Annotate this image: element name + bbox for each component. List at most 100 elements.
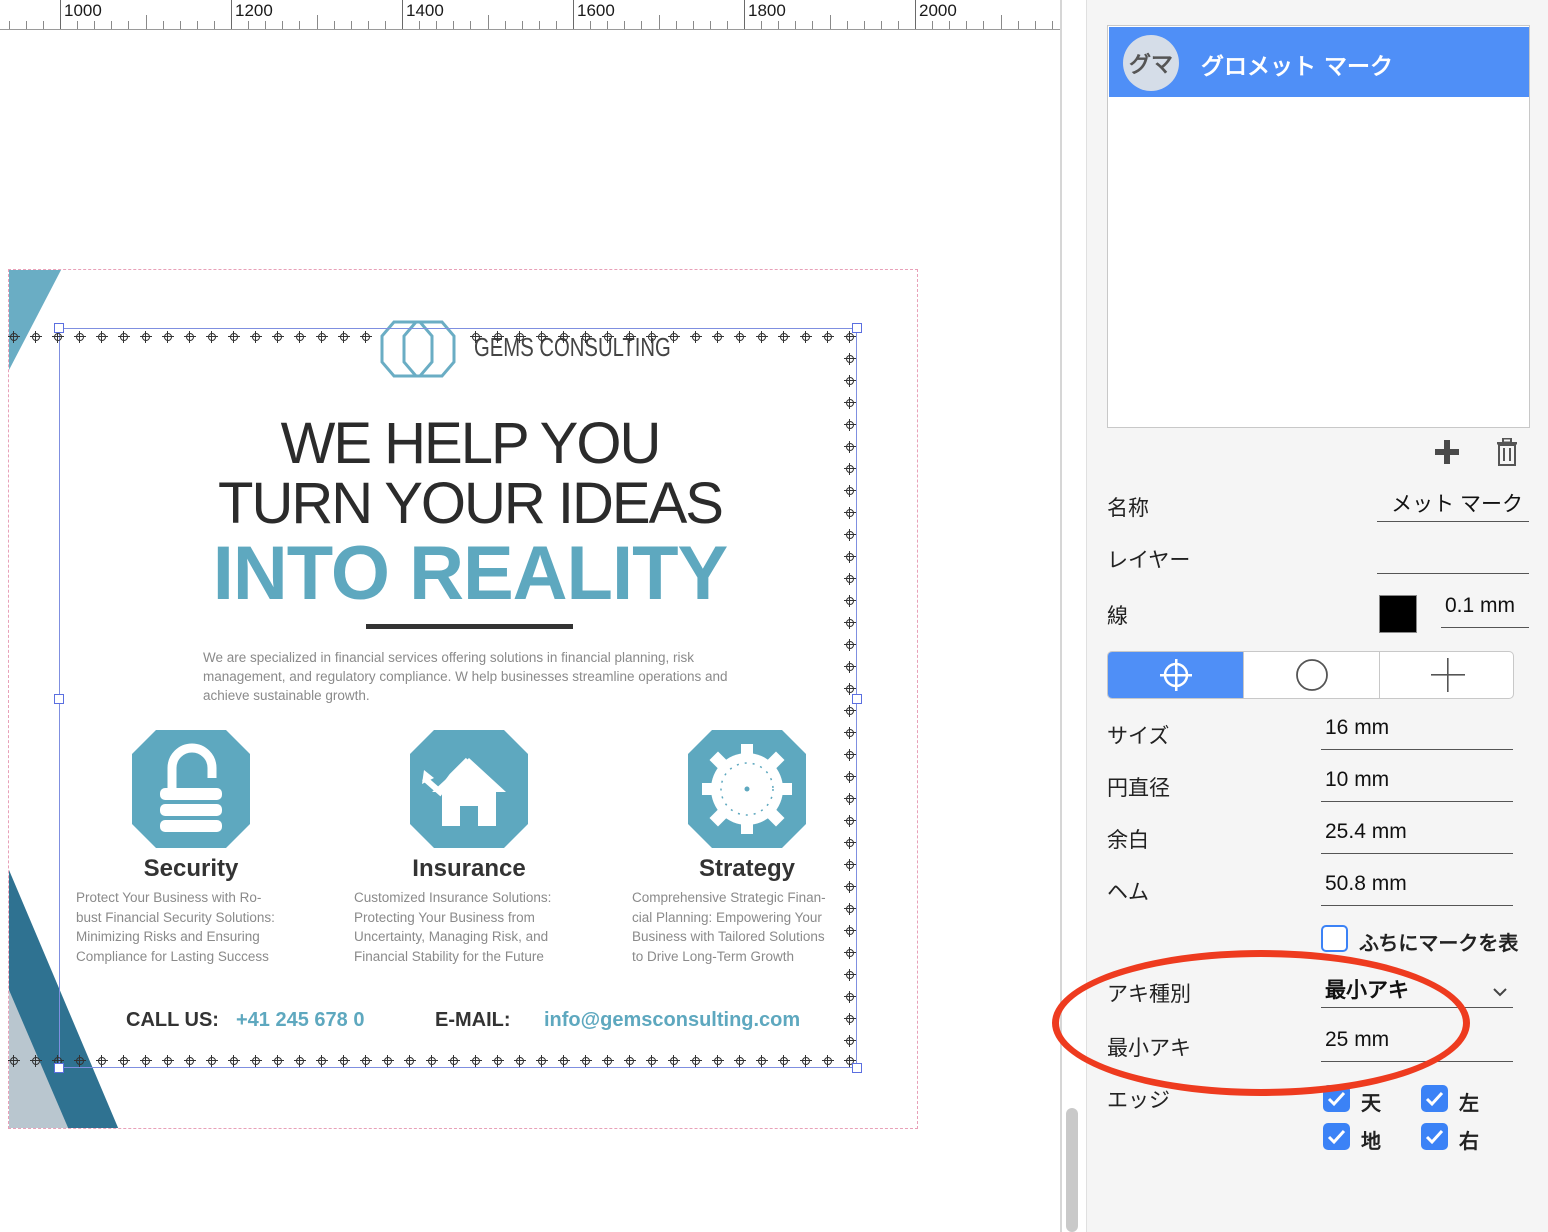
mark-type-segmented-control <box>1107 651 1514 699</box>
ruler-tick <box>881 21 882 29</box>
grommet-mark <box>8 1055 20 1067</box>
grommet-mark <box>844 749 856 761</box>
ruler-label: 1600 <box>577 1 615 20</box>
selection-handle[interactable] <box>852 323 862 333</box>
ruler-tick <box>436 21 437 29</box>
ruler-tick <box>710 21 711 29</box>
grommet-mark <box>470 1055 482 1067</box>
layer-field[interactable] <box>1377 540 1529 574</box>
grommet-mark <box>140 331 152 343</box>
ruler-tick <box>470 21 471 29</box>
grommet-mark <box>646 331 658 343</box>
ruler-tick <box>864 21 865 29</box>
edge-bottom-checkbox[interactable] <box>1323 1123 1350 1150</box>
grommet-mark-selection[interactable] <box>59 328 857 1068</box>
grommet-mark <box>316 331 328 343</box>
ruler-tick <box>402 0 403 29</box>
ruler-tick <box>488 15 489 29</box>
grommet-mark <box>712 1055 724 1067</box>
grommet-mark <box>492 331 504 343</box>
ruler-tick <box>949 21 950 29</box>
ruler-tick <box>676 21 677 29</box>
selection-handle[interactable] <box>54 1063 64 1073</box>
ruler-tick <box>60 0 61 29</box>
selection-handle[interactable] <box>54 323 64 333</box>
grommet-mark <box>844 375 856 387</box>
grommet-mark <box>96 1055 108 1067</box>
grommet-mark <box>844 397 856 409</box>
panel-divider[interactable] <box>1060 0 1062 1232</box>
ruler-tick <box>385 21 386 29</box>
ruler-tick <box>966 21 967 29</box>
ruler-label: 1200 <box>235 1 273 20</box>
grommet-mark <box>778 1055 790 1067</box>
vertical-scrollbar[interactable] <box>1066 1108 1078 1232</box>
grommet-mark <box>8 331 20 343</box>
margin-field[interactable]: 25.4 mm <box>1321 820 1513 854</box>
grommet-mark <box>844 793 856 805</box>
crosshair-circle-icon[interactable] <box>1108 652 1243 698</box>
grommet-mark <box>162 1055 174 1067</box>
selection-handle[interactable] <box>852 694 862 704</box>
document-canvas[interactable]: 1000 1200 1400 1600 1800 2000 GEMS CONSU… <box>0 0 1060 1232</box>
grommet-mark <box>206 1055 218 1067</box>
hem-field[interactable]: 50.8 mm <box>1321 872 1513 906</box>
grommet-mark <box>250 331 262 343</box>
grommet-mark <box>822 331 834 343</box>
chevron-down-icon[interactable] <box>1491 986 1509 998</box>
ruler-tick <box>282 21 283 29</box>
size-field[interactable]: 16 mm <box>1321 716 1513 750</box>
ruler-tick <box>43 21 44 29</box>
grommet-mark <box>844 705 856 717</box>
grommet-mark <box>162 331 174 343</box>
mark-list[interactable]: グマ グロメット マーク <box>1107 25 1530 428</box>
name-field[interactable]: メット マーク <box>1377 488 1529 522</box>
grommet-mark <box>272 331 284 343</box>
grommet-mark <box>206 331 218 343</box>
grommet-mark <box>844 595 856 607</box>
grommet-mark <box>844 661 856 673</box>
edge-left-checkbox[interactable] <box>1421 1085 1448 1112</box>
grommet-mark <box>844 507 856 519</box>
grommet-mark <box>536 331 548 343</box>
selection-handle[interactable] <box>852 1063 862 1073</box>
stroke-color-swatch[interactable] <box>1379 595 1417 633</box>
trash-icon[interactable] <box>1493 438 1521 466</box>
ruler-tick <box>983 21 984 29</box>
circle-diameter-field[interactable]: 10 mm <box>1321 768 1513 802</box>
edge-right-checkbox[interactable] <box>1421 1123 1448 1150</box>
grommet-mark <box>844 881 856 893</box>
ruler-tick <box>812 21 813 29</box>
grommet-mark <box>272 1055 284 1067</box>
edge-mark-checkbox[interactable] <box>1321 925 1348 952</box>
app-window: 1000 1200 1400 1600 1800 2000 GEMS CONSU… <box>0 0 1548 1232</box>
ruler-tick <box>419 21 420 29</box>
grommet-mark <box>338 1055 350 1067</box>
ruler-tick <box>641 21 642 29</box>
grommet-mark <box>558 331 570 343</box>
grommet-mark <box>844 815 856 827</box>
ruler-tick <box>334 21 335 29</box>
ruler-tick <box>778 21 779 29</box>
ruler-tick <box>505 21 506 29</box>
grommet-mark <box>360 331 372 343</box>
ruler-tick <box>932 21 933 29</box>
plus-icon[interactable] <box>1433 438 1461 466</box>
ruler-tick <box>522 21 523 29</box>
grommet-mark <box>712 331 724 343</box>
plus-thin-icon[interactable] <box>1380 652 1513 698</box>
grommet-mark <box>426 1055 438 1067</box>
selection-handle[interactable] <box>54 694 64 704</box>
grommet-mark <box>470 331 482 343</box>
grommet-mark <box>844 617 856 629</box>
grommet-mark <box>844 485 856 497</box>
mark-list-item[interactable]: グマ グロメット マーク <box>1109 27 1529 97</box>
ruler-label: 1800 <box>748 1 786 20</box>
grommet-mark <box>844 947 856 959</box>
ruler-tick <box>26 21 27 29</box>
grommet-mark <box>184 331 196 343</box>
grommet-mark <box>448 1055 460 1067</box>
stroke-width-field[interactable]: 0.1 mm <box>1441 594 1529 628</box>
circle-icon[interactable] <box>1244 652 1379 698</box>
ruler-tick <box>368 21 369 29</box>
